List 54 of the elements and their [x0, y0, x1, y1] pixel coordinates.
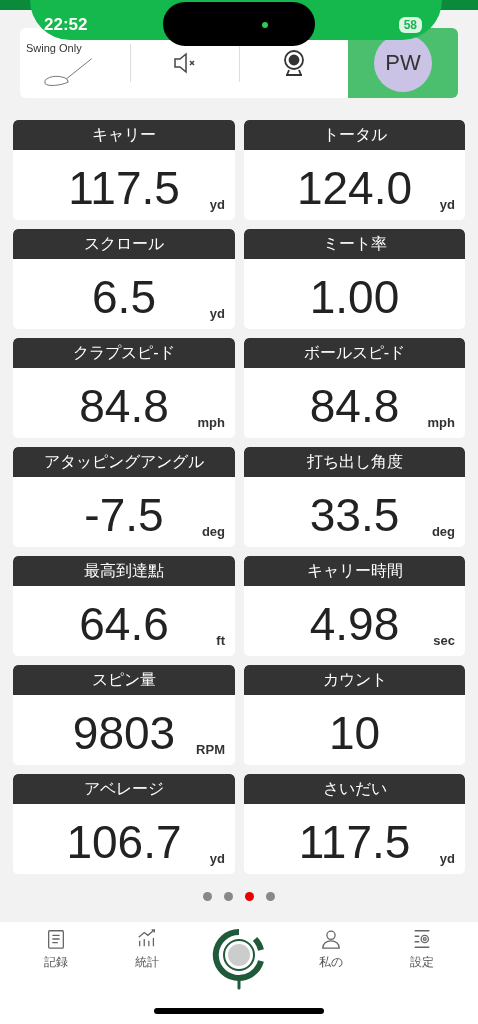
metric-value: -7.5 [84, 488, 164, 542]
metric-unit: deg [201, 524, 225, 539]
nav-tab[interactable]: 記録 [20, 922, 91, 1024]
metric-value: 64.6 [79, 597, 169, 651]
metric-value: 4.98 [309, 597, 400, 651]
metric-value: 117.5 [298, 815, 411, 869]
metric-title: キャリー [13, 120, 235, 150]
metric-value: 124.0 [296, 161, 413, 215]
metric-title: 最高到達點 [13, 556, 235, 586]
metric-unit: yd [439, 197, 455, 212]
metric-value: 117.5 [68, 161, 180, 215]
metric-title: さいだい [244, 774, 465, 804]
metric-unit: mph [197, 415, 225, 430]
metric-title: スクロール [13, 229, 235, 259]
metric-unit: mph [427, 415, 455, 430]
page-dot[interactable] [245, 892, 254, 901]
metric-title: アタッピングアングル [13, 447, 235, 477]
battery-level: 58 [398, 17, 422, 33]
nav-tab[interactable]: 私の [295, 922, 366, 1024]
metric-value: 84.8 [309, 379, 400, 433]
metric-title: キャリー時間 [244, 556, 465, 586]
metric-unit: yd [209, 197, 225, 212]
metric-unit: yd [439, 851, 455, 866]
page-dot[interactable] [266, 892, 275, 901]
metric-title: ミート率 [244, 229, 465, 259]
nav-tab[interactable]: 統計 [112, 922, 183, 1024]
metric-title: カウント [244, 665, 465, 695]
nav-tab[interactable]: 設定 [387, 922, 458, 1024]
metric-unit: RPM [196, 742, 225, 757]
mode-label: Swing Only [26, 42, 82, 55]
metric-value: 6.5 [92, 270, 156, 324]
metric-title: アベレージ [13, 774, 235, 804]
webcam-icon[interactable] [281, 48, 307, 78]
metric-unit: deg [431, 524, 455, 539]
metric-title: ボールスピ-ド [244, 338, 465, 368]
metric-value: 33.5 [309, 488, 400, 542]
metric-value: 106.7 [66, 815, 182, 869]
status-time: 22:52 [44, 15, 88, 35]
golf-ball-logo[interactable] [212, 928, 266, 992]
metric-title: 打ち出し角度 [244, 447, 465, 477]
metric-value: 84.8 [79, 379, 169, 433]
metric-value: 10 [328, 706, 381, 760]
metric-value: 9803 [72, 706, 176, 760]
metric-unit: sec [433, 633, 455, 648]
metric-title: トータル [244, 120, 465, 150]
person-icon [319, 928, 342, 950]
metric-value: 1.00 [309, 270, 400, 324]
metric-unit: ft [216, 633, 225, 648]
metric-unit: yd [209, 851, 225, 866]
metric-title: クラプスピ-ド [13, 338, 235, 368]
metric-title: スピン量 [13, 665, 235, 695]
page-dot[interactable] [224, 892, 233, 901]
page-dot[interactable] [203, 892, 212, 901]
metric-unit: yd [209, 306, 225, 321]
